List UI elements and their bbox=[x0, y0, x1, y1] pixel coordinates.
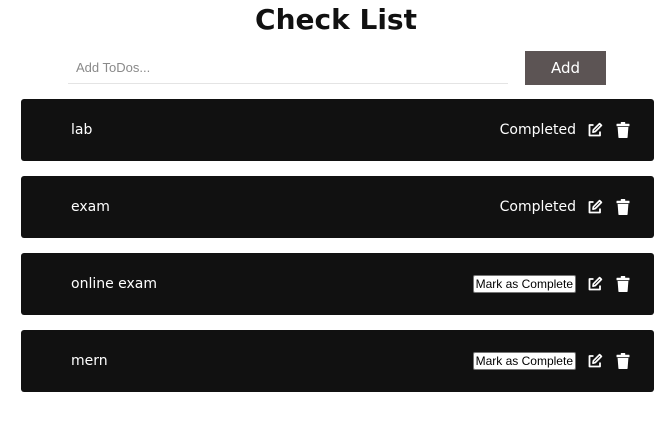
todo-text: mern bbox=[71, 353, 108, 369]
add-todo-input[interactable] bbox=[68, 51, 508, 84]
edit-icon[interactable] bbox=[586, 352, 604, 370]
todo-item: exam Completed bbox=[21, 176, 654, 238]
todo-actions: Completed bbox=[500, 176, 632, 238]
completed-status-label: Completed bbox=[499, 199, 576, 215]
mark-as-complete-button[interactable]: Mark as Complete bbox=[472, 352, 576, 370]
todo-actions: Mark as Complete bbox=[472, 253, 632, 315]
mark-as-complete-button[interactable]: Mark as Complete bbox=[472, 275, 576, 293]
edit-icon[interactable] bbox=[586, 275, 604, 293]
page-title: Check List bbox=[255, 3, 417, 36]
trash-icon[interactable] bbox=[614, 198, 632, 216]
trash-icon[interactable] bbox=[614, 352, 632, 370]
todo-list: lab Completed exam Completed online exam… bbox=[21, 99, 654, 407]
todo-actions: Completed bbox=[500, 99, 632, 161]
trash-icon[interactable] bbox=[614, 121, 632, 139]
add-button[interactable]: Add bbox=[525, 51, 606, 85]
edit-icon[interactable] bbox=[586, 198, 604, 216]
trash-icon[interactable] bbox=[614, 275, 632, 293]
edit-icon[interactable] bbox=[586, 121, 604, 139]
completed-status-label: Completed bbox=[499, 122, 576, 138]
todo-item: lab Completed bbox=[21, 99, 654, 161]
todo-text: online exam bbox=[71, 276, 158, 292]
todo-item: online exam Mark as Complete bbox=[21, 253, 654, 315]
todo-item: mern Mark as Complete bbox=[21, 330, 654, 392]
todo-text: lab bbox=[71, 122, 93, 138]
add-todo-form: Add bbox=[68, 51, 606, 85]
todo-app: Check List Add lab Completed bbox=[0, 0, 672, 444]
todo-text: exam bbox=[71, 199, 110, 215]
todo-actions: Mark as Complete bbox=[472, 330, 632, 392]
